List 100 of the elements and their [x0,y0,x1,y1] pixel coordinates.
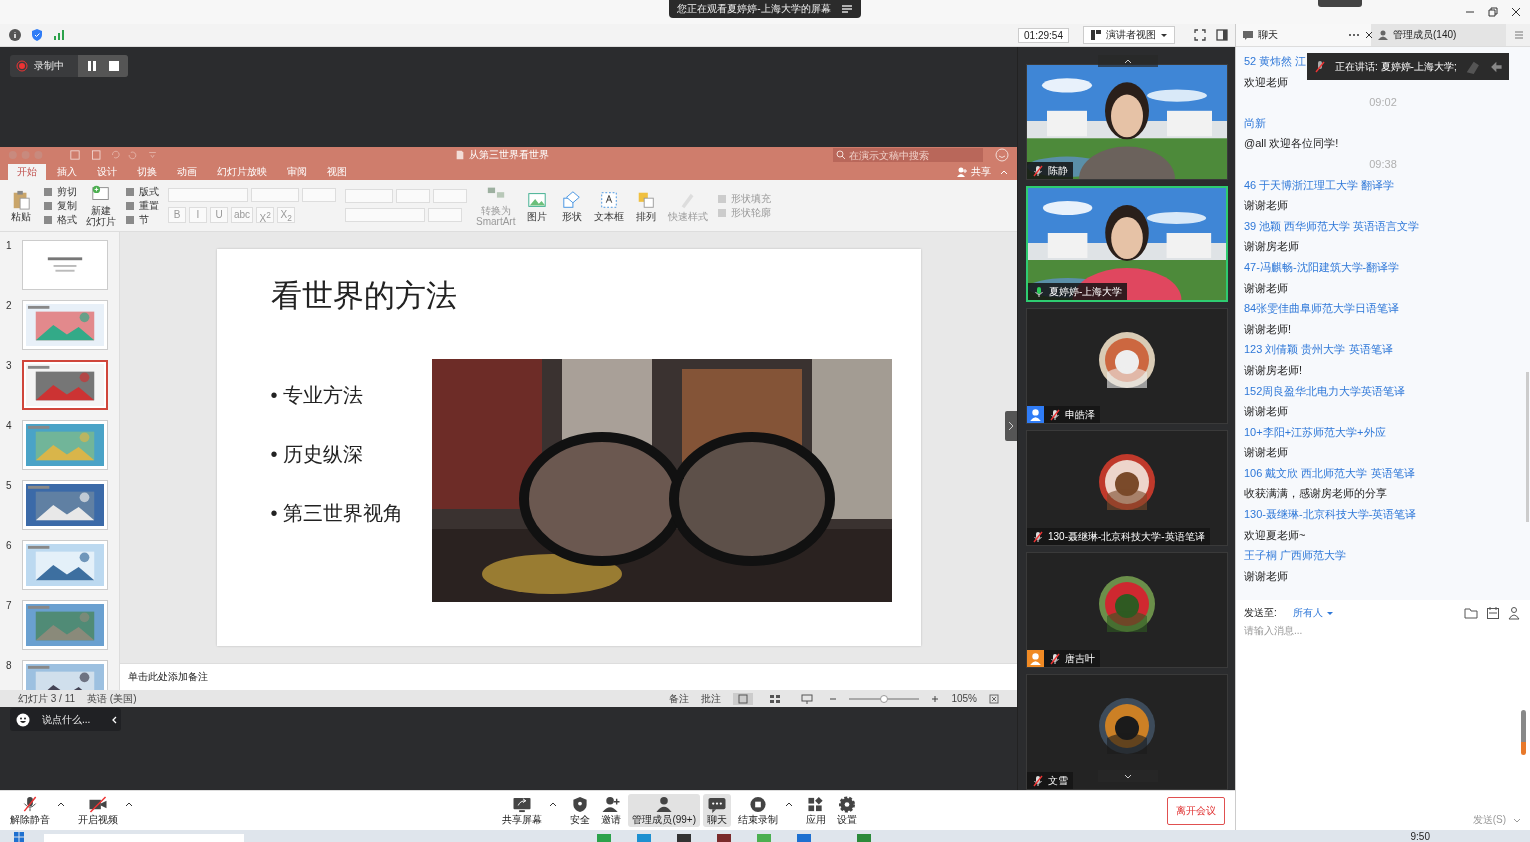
speaker-text: 正在讲话: 夏婷婷-上海大学; [1335,59,1457,74]
tool-icon [717,193,728,204]
info-icon[interactable] [8,28,22,42]
bullet-item: • 专业方法 [270,383,364,407]
shield-icon[interactable] [30,28,44,42]
comments-button[interactable]: 批注 [701,691,722,706]
video-tile[interactable]: 申皓泽 [1026,308,1228,424]
layout-icon [1090,29,1102,41]
chat-message: 谢谢老师 [1244,445,1288,461]
ribbon-button[interactable]: 格式 [43,213,77,226]
chat-message: 欢迎夏老师~ [1244,527,1306,543]
ribbon-button[interactable]: 新建 幻灯片 [86,184,116,227]
banner-text: 您正在观看夏婷婷-上海大学的屏幕 [677,2,831,16]
zoom-slider[interactable] [849,697,920,700]
language-label: 英语 (美国) [87,691,137,706]
font-name-field[interactable] [168,188,248,202]
sidebar-toggle-icon[interactable] [1215,28,1229,42]
ribbon-button[interactable]: 复制 [43,199,77,212]
search-field[interactable]: 在演示文稿中搜索 [833,148,983,162]
tool-icon [125,200,135,211]
text-box-icon [599,189,620,210]
ribbon-button[interactable]: 粘贴 [8,189,34,222]
muted-mic-icon [1313,59,1327,74]
search-field[interactable] [44,834,244,842]
toolbar-button[interactable]: 解除静音 [6,794,54,827]
ribbon-button[interactable]: 文本框 [594,189,625,222]
chat-message: 谢谢老师! [1244,321,1292,337]
chat-sender: 123 刘倩颖 贵州大学 英语笔译 [1244,342,1393,358]
signal-icon[interactable] [52,28,66,42]
video-tile[interactable]: 130-聂继琳-北京科技大学-英语笔译 [1026,430,1228,546]
chat-timestamp: 09:38 [1369,156,1397,172]
ribbon-button[interactable]: 剪切 [43,185,77,198]
ribbon-tab[interactable]: 开始 [8,164,46,180]
panel-tab[interactable]: 管理成员(140) [1371,24,1506,46]
chat-message: 欢迎老师 [1244,74,1288,90]
windows-icon[interactable] [14,832,24,842]
view-menu[interactable]: 演讲者视图 [1083,26,1175,44]
participant-name: 夏婷婷-上海大学 [1049,284,1123,299]
pause-icon[interactable] [86,60,98,72]
camera-off-icon [88,796,108,813]
toolbar-button[interactable]: 开启视频 [74,794,122,827]
toolbar-button[interactable]: 邀请 [597,794,626,827]
share-screen-icon [512,796,533,813]
toolbar-button[interactable]: 设置 [833,794,861,827]
ribbon-button[interactable]: 重置 [125,199,159,212]
recipient-dropdown[interactable]: 所有人 [1292,606,1334,620]
panel-collapse-handle[interactable] [1005,411,1017,441]
ribbon-button[interactable]: 版式 [125,185,159,198]
notes-placeholder[interactable]: 单击此处添加备注 [128,670,208,684]
leave-meeting-button[interactable]: 离开会议 [1167,796,1225,825]
person-icon[interactable] [1508,606,1522,620]
tool-icon [43,200,53,211]
toolbar-button[interactable]: 共享屏幕 [498,794,547,827]
caret-icon[interactable] [57,800,65,807]
chat-message: 谢谢老师 [1244,404,1288,420]
close-icon[interactable] [1364,30,1374,40]
toolbar-button[interactable]: 聊天 [703,794,731,827]
smiley-icon[interactable] [16,712,30,727]
zoom-in-icon[interactable] [931,693,940,704]
video-tile[interactable]: 夏婷婷-上海大学 [1026,186,1228,302]
toolbar-button[interactable]: 安全 [566,794,595,827]
restore-icon[interactable] [1487,6,1499,18]
document-icon [454,150,465,160]
chat-sender: 152周良盈华北电力大学英语笔译 [1244,383,1406,399]
chat-message: 谢谢房老师! [1244,362,1303,378]
stop-icon[interactable] [108,60,120,72]
caret-icon[interactable] [785,800,793,807]
close-icon[interactable] [1510,6,1522,18]
toolbar-button[interactable]: 结束录制 [734,794,782,827]
calendar-icon[interactable] [1486,606,1500,620]
ribbon-button[interactable]: 节 [125,213,159,226]
hand-icon[interactable] [1464,59,1503,74]
slide-counter: 幻灯片 3 / 11 [18,691,76,706]
slide-number: 4 [6,420,13,433]
chat-sender: 王子桐 广西师范大学 [1244,548,1347,564]
fit-window-icon[interactable] [989,693,999,704]
caret-icon[interactable] [125,800,133,807]
comment-field[interactable]: 说点什么... [42,714,98,725]
person-icon [1377,29,1389,41]
caret-icon[interactable] [549,800,558,807]
bullet-item: • 第三世界视角 [270,501,404,525]
menu-icon[interactable] [840,3,853,15]
ribbon-button[interactable]: 形状 [559,189,586,222]
video-tile[interactable]: 唐吉叶 [1026,552,1228,668]
folder-icon[interactable] [1464,606,1478,620]
meeting-timer: 01:29:54 [1018,27,1069,43]
font-size-field[interactable] [251,188,299,202]
ribbon-button[interactable]: 图片 [524,189,551,222]
ribbon-button[interactable]: 排列 [633,189,660,222]
notes-button[interactable]: 备注 [669,691,690,706]
chat-message: 收获满满，感谢房老师的分享 [1244,486,1387,502]
fullscreen-icon[interactable] [1193,28,1207,42]
scrollbar[interactable] [1526,372,1529,522]
toolbar-button[interactable]: 管理成员(99+) [628,794,700,827]
tool-icon [717,207,728,218]
toolbar-button[interactable]: 应用 [802,794,830,827]
panel-tab[interactable]: 聊天 [1236,24,1371,46]
video-tile[interactable]: 陈静 [1026,64,1228,180]
add-person-icon [956,165,968,178]
normal-view-icon[interactable] [733,692,754,705]
